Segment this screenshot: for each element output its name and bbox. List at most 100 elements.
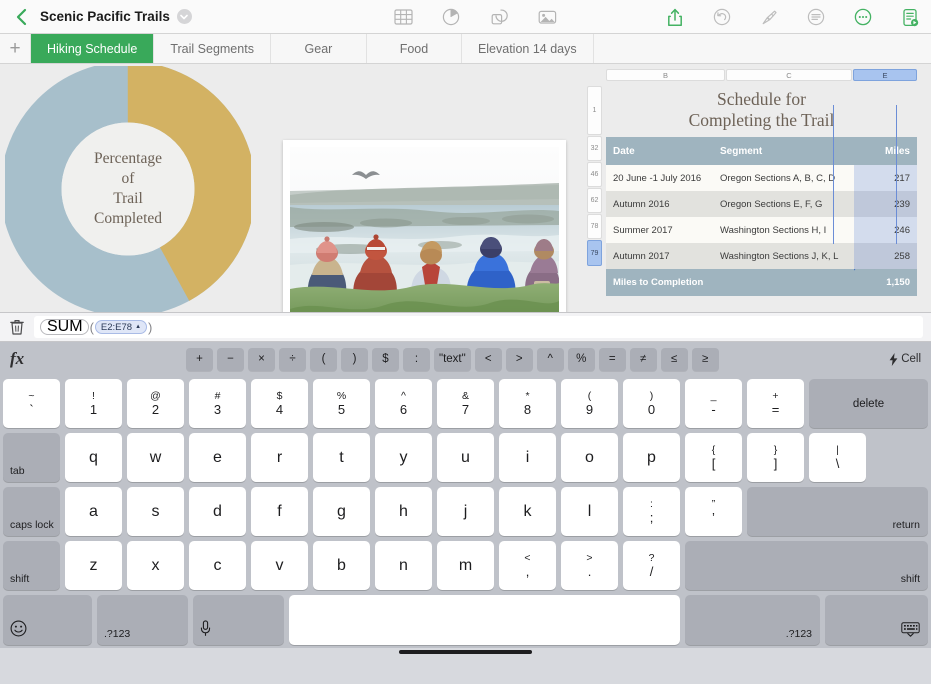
- key-h[interactable]: h: [375, 487, 432, 536]
- key-delete[interactable]: delete: [809, 379, 928, 428]
- back-button[interactable]: [10, 6, 32, 28]
- op-minus[interactable]: −: [217, 347, 244, 371]
- key-b[interactable]: b: [313, 541, 370, 590]
- cell-segment[interactable]: Oregon Sections E, F, G: [713, 191, 854, 218]
- op-divide[interactable]: ÷: [279, 347, 306, 371]
- share-button[interactable]: [664, 6, 686, 28]
- key-tab[interactable]: tab: [3, 433, 60, 482]
- key-m[interactable]: m: [437, 541, 494, 590]
- key-3[interactable]: # 3: [189, 379, 246, 428]
- key-equals[interactable]: + =: [747, 379, 804, 428]
- key-t[interactable]: t: [313, 433, 370, 482]
- row-header-62[interactable]: 62: [587, 188, 602, 213]
- table-row[interactable]: 20 June -1 July 2016 Oregon Sections A, …: [606, 165, 917, 192]
- key-numeric-left[interactable]: .?123: [97, 595, 188, 645]
- key-bracket-right[interactable]: } ]: [747, 433, 804, 482]
- header-segment[interactable]: Segment: [713, 137, 854, 166]
- key-bracket-left[interactable]: { [: [685, 433, 742, 482]
- key-caps-lock[interactable]: caps lock: [3, 487, 60, 536]
- key-slash[interactable]: ? /: [623, 541, 680, 590]
- op-caret[interactable]: ^: [536, 347, 564, 371]
- sheet-tab-hiking-schedule[interactable]: Hiking Schedule: [31, 34, 155, 63]
- cell-segment[interactable]: Washington Sections H, I: [713, 217, 854, 244]
- cell-segment[interactable]: Washington Sections J, K, L: [713, 243, 854, 270]
- hikers-photo[interactable]: [283, 140, 566, 312]
- key-s[interactable]: s: [127, 487, 184, 536]
- cell-date[interactable]: Autumn 2016: [606, 191, 713, 218]
- key-7[interactable]: & 7: [437, 379, 494, 428]
- cell-reference-button[interactable]: Cell: [889, 352, 921, 366]
- key-6[interactable]: ^ 6: [375, 379, 432, 428]
- key-y[interactable]: y: [375, 433, 432, 482]
- insert-media-button[interactable]: [536, 6, 558, 28]
- key-e[interactable]: e: [189, 433, 246, 482]
- cell-segment[interactable]: Oregon Sections A, B, C, D: [713, 165, 854, 192]
- total-row[interactable]: Miles to Completion 1,150: [606, 269, 917, 297]
- key-tilde-backtick[interactable]: ~ `: [3, 379, 60, 428]
- key-f[interactable]: f: [251, 487, 308, 536]
- trail-completion-donut-chart[interactable]: Percentage of Trail Completed: [5, 66, 251, 312]
- key-return[interactable]: return: [747, 487, 928, 536]
- key-emoji[interactable]: [3, 595, 92, 645]
- column-header-c[interactable]: C: [726, 69, 852, 81]
- op-percent[interactable]: %: [567, 347, 595, 371]
- formula-input[interactable]: SUM ( E2:E78 ▲ ): [34, 316, 923, 338]
- key-space[interactable]: [289, 595, 680, 645]
- key-l[interactable]: l: [561, 487, 618, 536]
- table-row[interactable]: Summer 2017 Washington Sections H, I 246: [606, 217, 917, 244]
- cell-date[interactable]: Autumn 2017: [606, 243, 713, 270]
- key-n[interactable]: n: [375, 541, 432, 590]
- op-greater-equal[interactable]: ≥: [691, 347, 719, 371]
- collaborate-button[interactable]: [899, 6, 921, 28]
- column-header-b[interactable]: B: [606, 69, 725, 81]
- key-8[interactable]: * 8: [499, 379, 556, 428]
- cell-miles[interactable]: 246: [854, 217, 917, 244]
- row-header-46[interactable]: 46: [587, 162, 602, 187]
- op-open-paren[interactable]: (: [310, 347, 337, 371]
- key-d[interactable]: d: [189, 487, 246, 536]
- cell-date[interactable]: Summer 2017: [606, 217, 713, 244]
- key-g[interactable]: g: [313, 487, 370, 536]
- table-row[interactable]: Autumn 2017 Washington Sections J, K, L …: [606, 243, 917, 270]
- cell-miles[interactable]: 239: [854, 191, 917, 218]
- op-plus[interactable]: +: [186, 347, 213, 371]
- insert-table-button[interactable]: [392, 6, 414, 28]
- more-button[interactable]: [852, 6, 874, 28]
- op-close-paren[interactable]: ): [341, 347, 368, 371]
- row-header-78[interactable]: 78: [587, 214, 602, 239]
- insert-chart-button[interactable]: [440, 6, 462, 28]
- header-date[interactable]: Date: [606, 137, 713, 166]
- cell-date[interactable]: 20 June -1 July 2016: [606, 165, 713, 192]
- sheet-tab-elevation[interactable]: Elevation 14 days: [462, 34, 594, 63]
- op-equals[interactable]: =: [598, 347, 626, 371]
- key-shift-left[interactable]: shift: [3, 541, 60, 590]
- format-button[interactable]: [805, 6, 827, 28]
- row-header-1[interactable]: 1: [587, 86, 602, 135]
- add-sheet-button[interactable]: +: [0, 34, 31, 63]
- key-q[interactable]: q: [65, 433, 122, 482]
- key-v[interactable]: v: [251, 541, 308, 590]
- key-hide-keyboard[interactable]: [825, 595, 928, 645]
- insert-shape-button[interactable]: [488, 6, 510, 28]
- key-r[interactable]: r: [251, 433, 308, 482]
- row-header-79[interactable]: 79: [587, 240, 602, 266]
- key-1[interactable]: ! 1: [65, 379, 122, 428]
- table-row[interactable]: Autumn 2016 Oregon Sections E, F, G 239: [606, 191, 917, 218]
- key-4[interactable]: $ 4: [251, 379, 308, 428]
- key-dictation[interactable]: [193, 595, 284, 645]
- key-k[interactable]: k: [499, 487, 556, 536]
- cell-selection-handle[interactable]: [854, 269, 856, 272]
- sheet-tab-trail-segments[interactable]: Trail Segments: [154, 34, 271, 63]
- cell-miles[interactable]: 217: [854, 165, 917, 192]
- sheet-tab-gear[interactable]: Gear: [271, 34, 367, 63]
- key-z[interactable]: z: [65, 541, 122, 590]
- column-header-e[interactable]: E: [853, 69, 917, 81]
- formula-range-token[interactable]: E2:E78 ▲: [94, 320, 148, 334]
- key-comma[interactable]: < ,: [499, 541, 556, 590]
- total-value-cell[interactable]: 1,150: [854, 269, 917, 297]
- key-u[interactable]: u: [437, 433, 494, 482]
- key-backslash[interactable]: | \: [809, 433, 866, 482]
- sheet-tab-food[interactable]: Food: [367, 34, 462, 63]
- key-j[interactable]: j: [437, 487, 494, 536]
- document-menu-button[interactable]: [176, 9, 192, 24]
